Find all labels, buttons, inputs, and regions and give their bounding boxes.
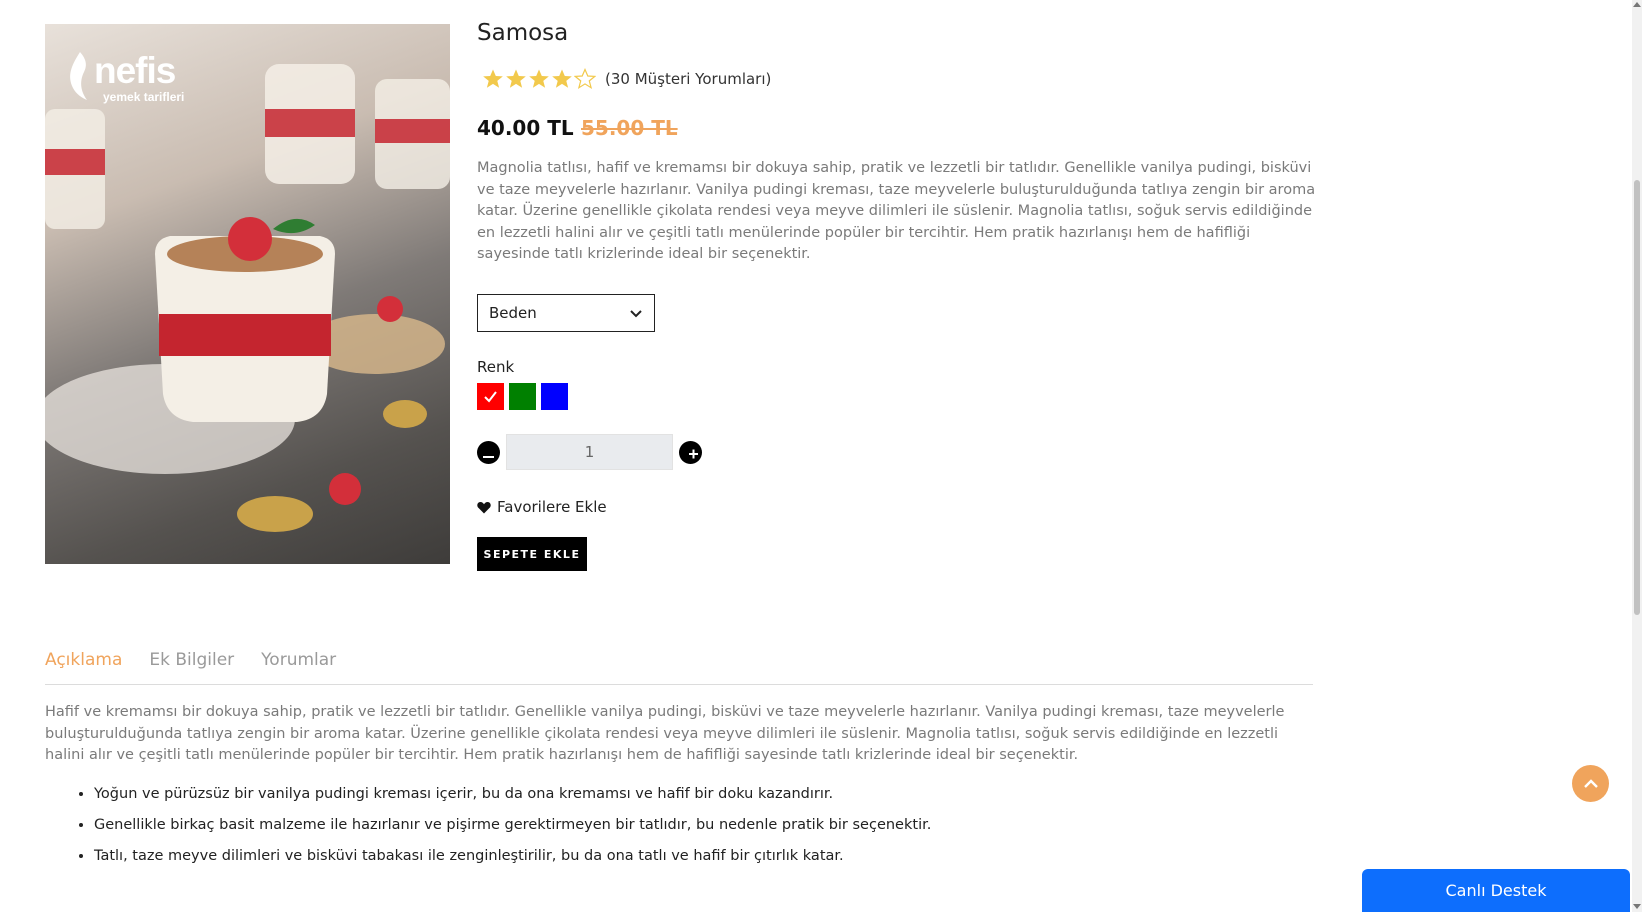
product-old-price: 55.00 TL xyxy=(581,116,678,140)
product-rating: (30 Müşteri Yorumları) xyxy=(482,68,771,90)
star-filled-icon xyxy=(529,69,549,88)
scroll-to-top-button[interactable] xyxy=(1572,765,1609,802)
rating-stars xyxy=(482,68,597,90)
review-count[interactable]: (30 Müşteri Yorumları) xyxy=(605,70,771,88)
tab-additional-info[interactable]: Ek Bilgiler xyxy=(149,650,234,670)
add-to-cart-button[interactable]: SEPETE EKLE xyxy=(477,537,587,571)
star-empty-icon xyxy=(574,68,596,90)
size-select[interactable]: Beden xyxy=(477,294,655,332)
brand-subtitle: yemek tarifleri xyxy=(103,90,185,104)
tabs-divider xyxy=(45,684,1313,685)
live-support-button[interactable]: Canlı Destek xyxy=(1362,869,1630,912)
chevron-down-icon xyxy=(630,310,642,318)
product-image: nefis yemek tarifleri xyxy=(45,24,450,564)
feature-item: Genellikle birkaç basit malzeme ile hazı… xyxy=(94,814,931,845)
product-tabs: Açıklama Ek Bilgiler Yorumlar xyxy=(45,650,363,670)
scroll-down-arrow-icon[interactable] xyxy=(1633,904,1641,909)
favorites-label: Favorilere Ekle xyxy=(497,498,607,516)
heart-icon xyxy=(477,501,491,513)
tab-description[interactable]: Açıklama xyxy=(45,650,122,670)
tab-description-text: Hafif ve kremamsı bir dokuya sahip, prat… xyxy=(45,704,1285,763)
chevron-up-icon xyxy=(1583,778,1598,788)
feature-item: Tatlı, taze meyve dilimleri ve bisküvi t… xyxy=(94,845,931,876)
scroll-up-arrow-icon[interactable] xyxy=(1633,2,1641,7)
scrollbar-thumb[interactable] xyxy=(1634,180,1640,615)
product-price: 40.00 TL xyxy=(477,116,574,140)
minus-icon xyxy=(483,455,494,458)
quantity-stepper xyxy=(477,434,702,470)
size-select-value: Beden xyxy=(489,304,537,322)
product-description: Magnolia tatlısı, hafif ve kremamsı bir … xyxy=(477,160,1316,262)
color-swatches xyxy=(477,383,568,410)
color-swatch-blue[interactable] xyxy=(541,383,568,410)
feature-item: Yoğun ve pürüzsüz bir vanilya pudingi kr… xyxy=(94,783,931,814)
star-filled-icon xyxy=(483,69,503,88)
plus-icon xyxy=(689,449,698,458)
dessert-photo xyxy=(45,64,450,532)
flame-icon xyxy=(70,52,87,100)
decrease-quantity-button[interactable] xyxy=(477,440,500,464)
brand-name: nefis xyxy=(94,50,176,91)
add-to-favorites-link[interactable]: Favorilere Ekle xyxy=(477,498,607,516)
star-filled-icon xyxy=(552,69,572,88)
quantity-input[interactable] xyxy=(506,434,673,470)
tab-reviews[interactable]: Yorumlar xyxy=(261,650,336,670)
color-swatch-green[interactable] xyxy=(509,383,536,410)
increase-quantity-button[interactable] xyxy=(679,440,702,464)
star-filled-icon xyxy=(506,69,526,88)
feature-list: Yoğun ve pürüzsüz bir vanilya pudingi kr… xyxy=(45,783,931,876)
check-icon xyxy=(484,391,497,403)
product-title: Samosa xyxy=(477,20,569,46)
color-swatch-red[interactable] xyxy=(477,383,504,410)
color-label: Renk xyxy=(477,358,515,376)
